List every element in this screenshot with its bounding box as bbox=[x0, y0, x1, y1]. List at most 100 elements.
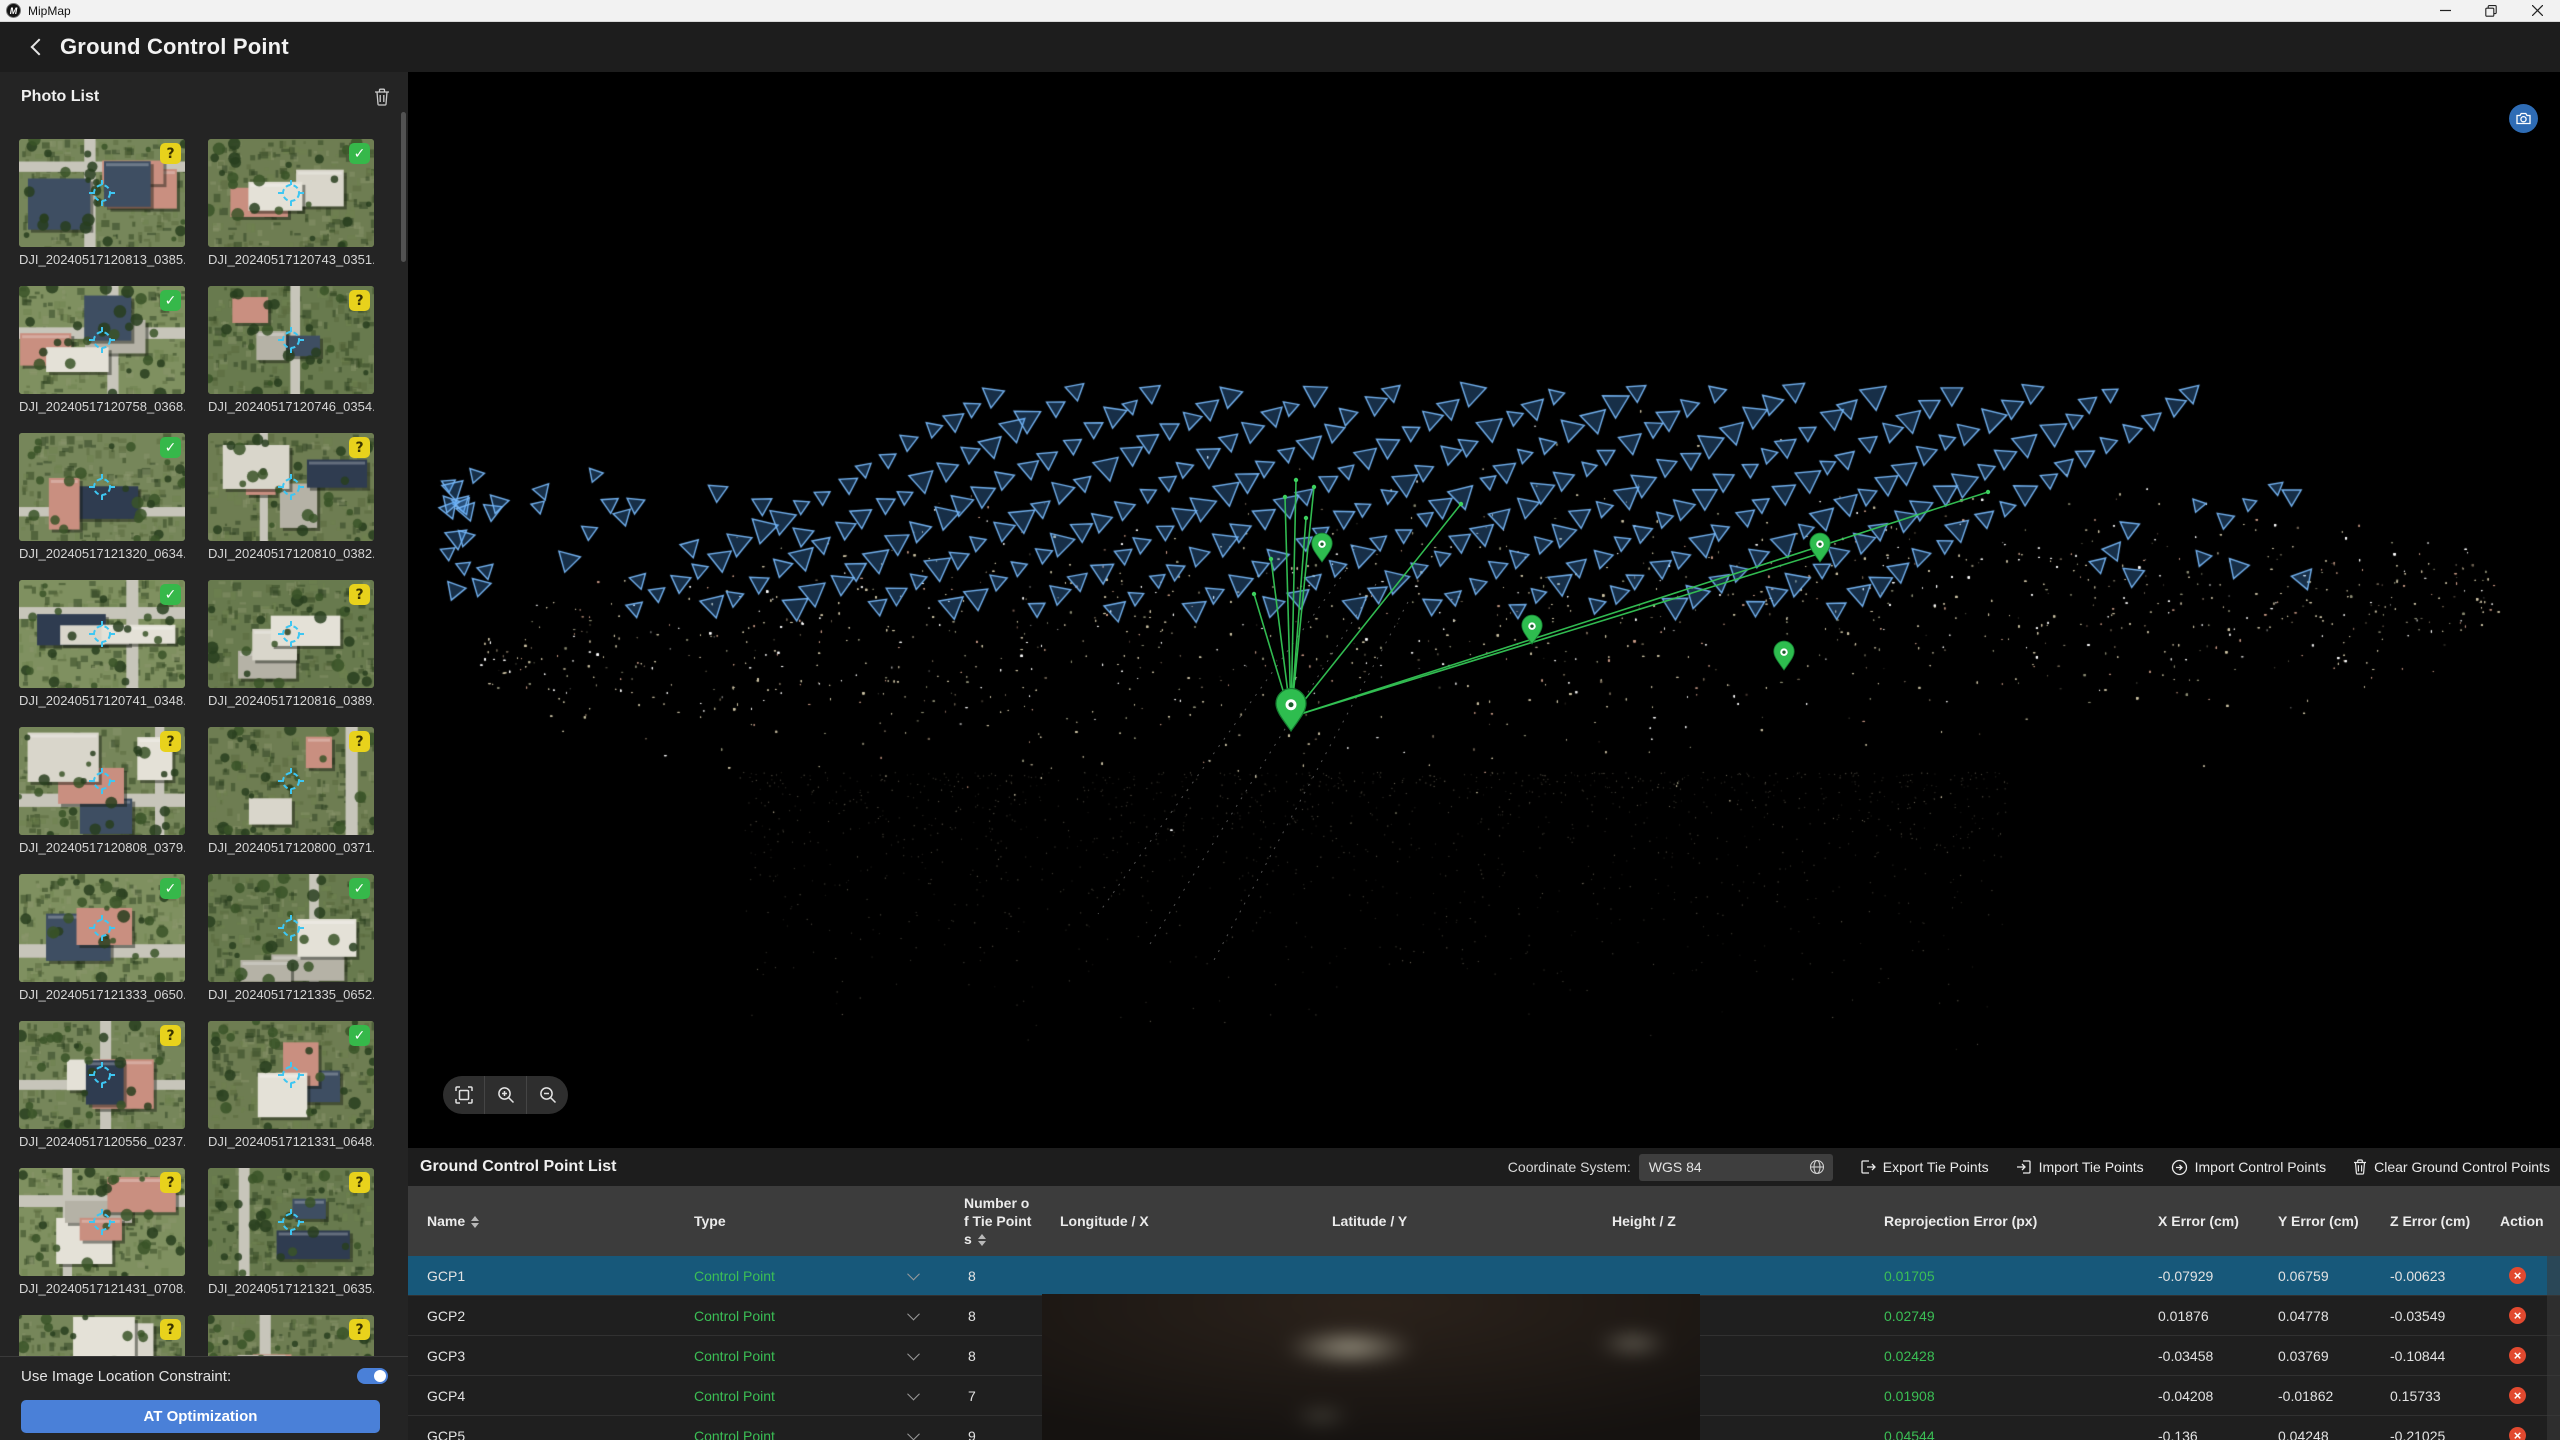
gcp-cell-z_err: -0.21025 bbox=[2386, 1428, 2496, 1440]
photo-filename: DJI_20240517121333_0650... bbox=[19, 987, 185, 1002]
photo-thumbnail: ✓ bbox=[208, 139, 374, 247]
photo-thumbnail: ? bbox=[19, 727, 185, 835]
sort-icon bbox=[471, 1216, 479, 1228]
delete-gcp-button[interactable]: × bbox=[2509, 1307, 2526, 1324]
minimize-button[interactable] bbox=[2422, 0, 2468, 22]
photo-status-badge: ? bbox=[160, 1025, 181, 1046]
clear-gcp-button[interactable]: Clear Ground Control Points bbox=[2353, 1159, 2550, 1175]
photo-filename: DJI_20240517121321_0635... bbox=[208, 1281, 374, 1296]
gcp-cell-reproj: 0.04544 bbox=[1880, 1428, 2154, 1440]
gcp-type-value: Control Point bbox=[694, 1348, 775, 1364]
photo-item[interactable]: ✓ DJI_20240517121331_0648... bbox=[208, 1021, 374, 1147]
photo-item[interactable]: ✓ DJI_20240517120743_0351... bbox=[208, 139, 374, 265]
gcp-marker[interactable] bbox=[1810, 533, 1830, 562]
photo-item[interactable]: ✓DJI_20240517120758_0368... bbox=[19, 286, 185, 412]
gcp-crosshair-icon bbox=[277, 179, 305, 207]
gcp-row-gcp1[interactable]: GCP1Control Point80.01705-0.079290.06759… bbox=[408, 1256, 2560, 1296]
photo-item[interactable]: ?DJI_20240517120810_0382... bbox=[208, 433, 374, 559]
photo-item[interactable]: ? DJI_20240517120556_0237... bbox=[19, 1021, 185, 1147]
photo-grid: ?DJI_20240517120813_0385...✓DJI_20240517… bbox=[19, 139, 389, 1356]
photo-item[interactable]: ?DJI_20240517120800_0371... bbox=[208, 727, 374, 853]
gcp-crosshair-icon bbox=[277, 914, 305, 942]
page-title: Ground Control Point bbox=[60, 34, 289, 60]
chevron-down-icon bbox=[907, 1268, 920, 1281]
gcp-type-dropdown[interactable]: Control Point bbox=[690, 1388, 960, 1404]
zoom-in-button[interactable] bbox=[485, 1076, 526, 1114]
screenshot-camera-button[interactable] bbox=[2509, 104, 2538, 133]
3d-viewport[interactable] bbox=[408, 72, 2560, 1148]
coordinate-system-label: Coordinate System: bbox=[1508, 1159, 1631, 1175]
export-tie-points-label: Export Tie Points bbox=[1883, 1159, 1989, 1175]
gcp-table-scrollbar[interactable] bbox=[2547, 1256, 2560, 1440]
delete-gcp-button[interactable]: × bbox=[2509, 1427, 2526, 1440]
gcp-cell-x_err: -0.04208 bbox=[2154, 1388, 2274, 1404]
photo-status-badge: ? bbox=[349, 1319, 370, 1340]
gcp-cell-y_err: 0.04778 bbox=[2274, 1308, 2386, 1324]
photo-item[interactable]: ✓DJI_20240517121335_0652... bbox=[208, 874, 374, 1000]
photo-filename: DJI_20240517120743_0351... bbox=[208, 252, 374, 267]
trash-icon bbox=[2353, 1159, 2367, 1175]
export-tie-points-button[interactable]: Export Tie Points bbox=[1860, 1159, 1989, 1175]
gcp-cell-z_err: -0.00623 bbox=[2386, 1268, 2496, 1284]
photo-status-badge: ✓ bbox=[349, 1025, 370, 1046]
gcp-cell-x_err: -0.136 bbox=[2154, 1428, 2274, 1440]
photo-item[interactable]: ?DJI_20240517120746_0354... bbox=[208, 286, 374, 412]
gcp-marker[interactable] bbox=[1774, 641, 1794, 670]
gcp-crosshair-icon bbox=[277, 767, 305, 795]
gcp-cell-name: GCP2 bbox=[408, 1308, 690, 1324]
at-optimization-button[interactable]: AT Optimization bbox=[21, 1400, 380, 1433]
zoom-out-button[interactable] bbox=[527, 1076, 568, 1114]
photo-status-badge: ? bbox=[349, 290, 370, 311]
gcp-marker[interactable] bbox=[1312, 533, 1332, 562]
import-tie-points-button[interactable]: Import Tie Points bbox=[2016, 1159, 2144, 1175]
photo-list-scrollbar[interactable] bbox=[401, 112, 406, 262]
image-location-constraint-toggle[interactable] bbox=[357, 1368, 388, 1384]
app-title: MipMap bbox=[28, 4, 71, 18]
delete-gcp-button[interactable]: × bbox=[2509, 1267, 2526, 1284]
gcp-cell-x_err: -0.03458 bbox=[2154, 1348, 2274, 1364]
delete-gcp-button[interactable]: × bbox=[2509, 1347, 2526, 1364]
photo-status-badge: ? bbox=[160, 731, 181, 752]
photo-item[interactable]: ? DJI_20240517121321_0635... bbox=[208, 1168, 374, 1294]
column-header-reproj: Reprojection Error (px) bbox=[1880, 1186, 2154, 1256]
gcp-marker-overlay bbox=[408, 72, 2560, 1148]
photo-item[interactable]: ?DJI_20240517120816_0389... bbox=[208, 580, 374, 706]
gcp-type-dropdown[interactable]: Control Point bbox=[690, 1348, 960, 1364]
photo-item[interactable]: ✓DJI_20240517121333_0650... bbox=[19, 874, 185, 1000]
gcp-type-dropdown[interactable]: Control Point bbox=[690, 1428, 960, 1440]
photo-status-badge: ? bbox=[349, 1172, 370, 1193]
photo-status-badge: ? bbox=[349, 437, 370, 458]
photo-item[interactable]: ✓DJI_20240517120741_0348... bbox=[19, 580, 185, 706]
delete-photos-button[interactable] bbox=[372, 87, 392, 107]
photo-filename: DJI_20240517120816_0389... bbox=[208, 693, 374, 708]
gcp-cell-reproj: 0.02749 bbox=[1880, 1308, 2154, 1324]
photo-item[interactable]: ? bbox=[208, 1315, 374, 1356]
gcp-cell-z_err: 0.15733 bbox=[2386, 1388, 2496, 1404]
photo-filename: DJI_20240517121331_0648... bbox=[208, 1134, 374, 1149]
photo-item[interactable]: ?DJI_20240517120813_0385... bbox=[19, 139, 185, 265]
column-header-tie_points[interactable]: Number of Tie Points bbox=[960, 1186, 1056, 1256]
photo-filename: DJI_20240517120556_0237... bbox=[19, 1134, 185, 1149]
column-header-x_err: X Error (cm) bbox=[2154, 1186, 2274, 1256]
restore-button[interactable] bbox=[2468, 0, 2514, 22]
back-button[interactable] bbox=[24, 34, 50, 60]
photo-item[interactable]: ?DJI_20240517120808_0379... bbox=[19, 727, 185, 853]
photo-item[interactable]: ?DJI_20240517121431_0708... bbox=[19, 1168, 185, 1294]
import-control-points-button[interactable]: Import Control Points bbox=[2171, 1159, 2327, 1176]
gcp-type-dropdown[interactable]: Control Point bbox=[690, 1308, 960, 1324]
photo-item[interactable]: ? bbox=[19, 1315, 185, 1356]
gcp-type-dropdown[interactable]: Control Point bbox=[690, 1268, 960, 1284]
gcp-cell-name: GCP3 bbox=[408, 1348, 690, 1364]
coordinate-system-input[interactable]: WGS 84 bbox=[1639, 1154, 1833, 1181]
photo-status-badge: ✓ bbox=[160, 437, 181, 458]
fit-view-button[interactable] bbox=[443, 1076, 484, 1114]
photo-thumbnail: ? bbox=[208, 1315, 374, 1356]
window-titlebar: M MipMap bbox=[0, 0, 2560, 22]
column-header-name[interactable]: Name bbox=[408, 1186, 690, 1256]
photo-item[interactable]: ✓DJI_20240517121320_0634... bbox=[19, 433, 185, 559]
close-button[interactable] bbox=[2514, 0, 2560, 22]
delete-gcp-button[interactable]: × bbox=[2509, 1387, 2526, 1404]
gcp-table-header: NameTypeNumber of Tie PointsLongitude / … bbox=[408, 1186, 2560, 1256]
gcp-cell-x_err: -0.07929 bbox=[2154, 1268, 2274, 1284]
selected-gcp-marker[interactable] bbox=[1276, 689, 1306, 732]
